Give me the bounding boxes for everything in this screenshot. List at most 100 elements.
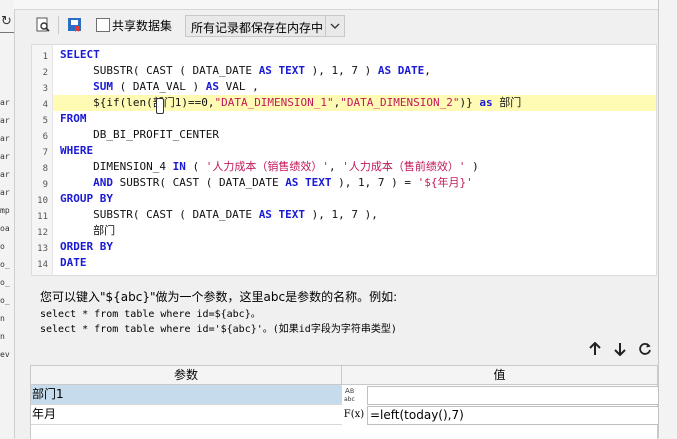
parameter-table: 参数 值 部门1 A Babc 年月 F(x) =left(today(),7) <box>30 365 659 439</box>
hint-example-1: select * from table where id=${abc}。 <box>40 309 261 320</box>
line-number: 11 <box>37 212 48 222</box>
line-number: 7 <box>42 148 48 158</box>
refresh-icon[interactable]: ↻ <box>1 14 12 29</box>
code-text: DIMENSION_4 <box>60 160 173 173</box>
code-text: )} <box>459 96 480 109</box>
code-line-9: AND SUBSTR( CAST ( DATA_DATE AS TEXT ), … <box>60 175 473 191</box>
code-line-3: SUM ( DATA_VAL ) AS VAL , <box>60 79 259 95</box>
editor-toolbar: 共享数据集 所有记录都保存在内存中 <box>28 11 658 39</box>
code-text: ) <box>465 160 479 173</box>
sql-string: '${年月}' <box>417 176 473 189</box>
code-text: 部门 <box>60 224 116 237</box>
sql-string: "DATA_DIMENSION_2" <box>340 96 460 109</box>
tree-item[interactable]: ar <box>0 152 14 161</box>
tree-item[interactable]: o_ <box>0 278 14 287</box>
move-down-button[interactable] <box>611 340 629 358</box>
sql-keyword: as <box>479 96 493 109</box>
sql-keyword: AS TEXT <box>258 208 306 221</box>
tree-item[interactable]: o <box>0 242 14 251</box>
toolbar-separator <box>58 16 59 34</box>
sql-keyword: AS TEXT <box>285 176 332 189</box>
bookmark-save-icon[interactable] <box>65 15 85 35</box>
code-line-4: ${if(len(部门1)==0,"DATA_DIMENSION_1","DAT… <box>60 95 521 111</box>
code-text: , <box>424 64 431 77</box>
right-scroll-edge[interactable] <box>658 0 677 438</box>
code-text: SUBSTR( CAST ( DATA_DATE <box>113 176 286 189</box>
line-number: 8 <box>42 164 48 174</box>
tree-item[interactable]: n <box>0 314 14 323</box>
hint-example-2: select * from table where id='${abc}'。(如… <box>40 324 397 335</box>
sql-keyword: AS TEXT <box>258 64 306 77</box>
tree-item[interactable]: ar <box>0 170 14 179</box>
tree-item[interactable]: ar <box>0 116 14 125</box>
code-text: VAL , <box>218 80 259 93</box>
line-number: 10 <box>37 196 48 206</box>
tree-item[interactable]: ar <box>0 98 14 107</box>
tree-item[interactable]: oa <box>0 224 14 233</box>
line-number: 6 <box>42 132 48 142</box>
line-number: 13 <box>37 244 48 254</box>
code-text: ), 1, 7 ) <box>305 64 378 77</box>
line-number: 12 <box>37 228 48 238</box>
code-text: ( <box>185 160 206 173</box>
code-line-7: WHERE <box>60 143 93 159</box>
line-number: 9 <box>42 180 48 190</box>
sql-keyword: GROUP BY <box>60 192 113 205</box>
sql-string: "DATA_DIMENSION_1" <box>214 96 334 109</box>
line-number-gutter: 1 2 3 4 5 6 7 8 9 10 11 12 13 14 <box>32 45 53 275</box>
code-line-8: DIMENSION_4 IN ( '人力成本（销售绩效）', '人力成本（售前绩… <box>60 159 479 175</box>
code-text: , <box>328 160 343 173</box>
tree-item[interactable]: o_ <box>0 296 14 305</box>
line-number: 2 <box>42 68 48 78</box>
move-up-button[interactable] <box>586 340 604 358</box>
storage-mode-select[interactable]: 所有记录都保存在内存中 <box>185 15 345 37</box>
share-dataset-checkbox[interactable] <box>96 18 110 32</box>
param-value-input[interactable] <box>367 386 659 405</box>
code-text: ( DATA_VAL ) <box>113 80 206 93</box>
tree-item[interactable]: ar <box>0 134 14 143</box>
code-line-13: ORDER BY <box>60 239 113 255</box>
formula-icon[interactable]: F(x) <box>343 405 365 424</box>
column-header-value[interactable]: 值 <box>342 366 657 385</box>
sql-keyword: AS <box>205 80 219 93</box>
sql-keyword: SUM <box>93 80 113 93</box>
refresh-params-button[interactable] <box>636 340 654 358</box>
sql-keyword: FROM <box>60 112 87 125</box>
code-line-10: GROUP BY <box>60 191 113 207</box>
param-value-input[interactable]: =left(today(),7) <box>367 406 659 425</box>
code-line-12: 部门 <box>60 223 115 239</box>
sql-string: '人力成本（售前绩效）' <box>342 160 466 173</box>
tree-item[interactable]: n <box>0 332 14 341</box>
tree-item[interactable]: mp <box>0 206 14 215</box>
code-line-11: SUBSTR( CAST ( DATA_DATE AS TEXT ), 1, 7… <box>60 207 378 223</box>
line-number: 4 <box>42 100 48 110</box>
tree-item[interactable]: ev <box>0 350 14 359</box>
sql-keyword: SELECT <box>60 48 100 61</box>
code-line-1: SELECT <box>60 47 100 63</box>
chevron-down-icon[interactable] <box>325 16 344 36</box>
column-header-param[interactable]: 参数 <box>31 366 342 385</box>
tree-item[interactable]: o_ <box>0 260 14 269</box>
sql-keyword: IN <box>172 160 186 173</box>
sql-keyword: AND <box>93 176 113 189</box>
left-panel-strip: ↻ ar ar ar ar ar ar mp oa o o_ o_ o_ n n… <box>0 0 15 438</box>
sql-keyword: DATE <box>60 256 87 269</box>
code-text: SUBSTR( CAST ( DATA_DATE <box>60 64 259 77</box>
line-number: 1 <box>42 52 48 62</box>
window-top-edge <box>14 0 677 10</box>
abc-text-icon[interactable]: A Babc <box>343 385 365 404</box>
tree-item[interactable]: ar <box>0 188 14 197</box>
sql-editor[interactable]: 1 2 3 4 5 6 7 8 9 10 11 12 13 14 SELECT … <box>31 44 657 276</box>
sql-keyword: WHERE <box>60 144 94 157</box>
param-row-name[interactable]: 年月 <box>31 405 342 425</box>
param-row-name[interactable]: 部门1 <box>31 385 342 405</box>
storage-mode-value: 所有记录都保存在内存中 <box>191 21 324 35</box>
code-text: SUBSTR( CAST ( DATA_DATE <box>60 208 259 221</box>
parameter-hint-text: 您可以键入"${abc}"做为一个参数，这里abc是参数的名称。例如: <box>40 290 398 304</box>
code-text: ${if(len(部门1)==0, <box>60 96 215 109</box>
sql-keyword: AS DATE <box>377 64 425 77</box>
code-text: 部门 <box>492 96 522 109</box>
preview-search-icon[interactable] <box>33 15 53 35</box>
